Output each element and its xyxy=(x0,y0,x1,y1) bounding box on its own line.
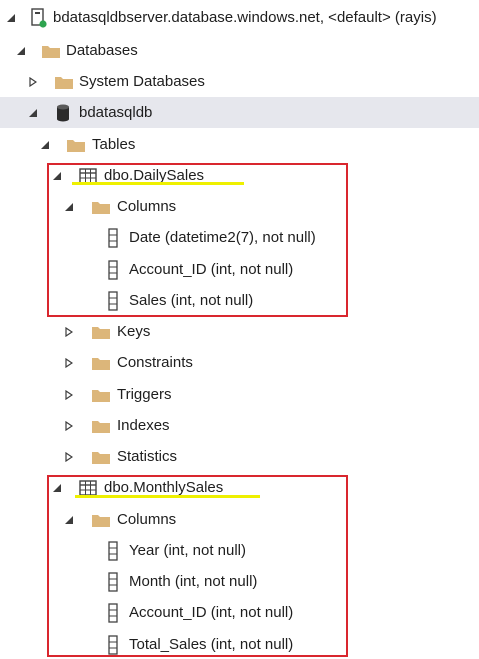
folder-icon xyxy=(91,385,111,405)
server-label: bdatasqldbserver.database.windows.net, <… xyxy=(53,8,437,26)
tree-node-tables[interactable]: Tables xyxy=(0,129,479,160)
expanded-arrow-icon[interactable] xyxy=(39,139,51,151)
expanded-arrow-icon[interactable] xyxy=(5,12,17,24)
tree-node-statistics[interactable]: Statistics xyxy=(0,441,479,472)
expanded-arrow-icon[interactable] xyxy=(15,45,27,57)
folder-icon xyxy=(91,447,111,467)
tables-label: Tables xyxy=(92,135,136,153)
folder-label: Keys xyxy=(117,322,151,340)
database-icon xyxy=(53,103,73,123)
expanded-arrow-icon[interactable] xyxy=(27,107,39,119)
folder-label: Triggers xyxy=(117,385,172,403)
tree-node-server[interactable]: bdatasqldbserver.database.windows.net, <… xyxy=(0,2,479,33)
folder-icon xyxy=(66,135,86,155)
folder-icon xyxy=(91,322,111,342)
folder-icon xyxy=(91,353,111,373)
collapsed-arrow-icon[interactable] xyxy=(27,76,39,88)
system-databases-label: System Databases xyxy=(79,72,205,90)
databases-label: Databases xyxy=(66,41,138,59)
tree-node-indexes[interactable]: Indexes xyxy=(0,410,479,441)
highlight-box xyxy=(47,163,348,317)
tree-node-constraints[interactable]: Constraints xyxy=(0,347,479,378)
folder-icon xyxy=(41,41,61,61)
collapsed-arrow-icon[interactable] xyxy=(63,451,75,463)
folder-icon xyxy=(54,72,74,92)
collapsed-arrow-icon[interactable] xyxy=(63,326,75,338)
folder-label: Statistics xyxy=(117,447,178,465)
tree-node-triggers[interactable]: Triggers xyxy=(0,379,479,410)
object-explorer-tree: bdatasqldbserver.database.windows.net, <… xyxy=(0,0,479,659)
folder-icon xyxy=(91,416,111,436)
folder-label: Indexes xyxy=(117,416,170,434)
tree-node-keys[interactable]: Keys xyxy=(0,316,479,347)
collapsed-arrow-icon[interactable] xyxy=(63,357,75,369)
server-icon xyxy=(29,7,49,28)
collapsed-arrow-icon[interactable] xyxy=(63,420,75,432)
tree-node-database[interactable]: bdatasqldb xyxy=(0,97,479,128)
tree-node-databases[interactable]: Databases xyxy=(0,35,479,66)
folder-label: Constraints xyxy=(117,353,193,371)
tree-node-system-databases[interactable]: System Databases xyxy=(0,66,479,97)
highlight-box xyxy=(47,475,348,657)
database-label: bdatasqldb xyxy=(79,103,153,121)
collapsed-arrow-icon[interactable] xyxy=(63,389,75,401)
